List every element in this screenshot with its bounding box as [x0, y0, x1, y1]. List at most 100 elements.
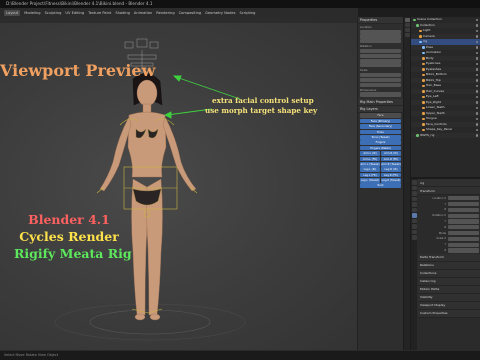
visibility-eye-icon[interactable] [475, 106, 478, 109]
location-z-field[interactable] [360, 39, 401, 44]
transform-value-field[interactable] [448, 196, 479, 201]
data-tab-icon[interactable] [411, 235, 417, 240]
world-tab-icon[interactable] [411, 207, 417, 212]
visibility-eye-icon[interactable] [475, 95, 478, 98]
transform-value-field[interactable] [448, 202, 479, 207]
workspace-tab[interactable]: Scripting [239, 11, 255, 15]
transform-value-field[interactable] [448, 225, 479, 230]
properties-editor[interactable]: rig Transform Location X Y Z Rotation X Y Z Mo… [410, 177, 480, 350]
visibility-eye-icon[interactable] [475, 123, 478, 126]
property-section-header[interactable]: Instancing [418, 277, 480, 286]
visibility-eye-icon[interactable] [475, 84, 478, 87]
visibility-eye-icon[interactable] [475, 112, 478, 115]
view-layer-tab-icon[interactable] [411, 196, 417, 201]
visibility-eye-icon[interactable] [475, 46, 478, 49]
location-y-field[interactable] [360, 34, 401, 39]
scene-tab-icon[interactable] [411, 202, 417, 207]
workspace-tab[interactable]: Rendering [156, 11, 174, 15]
rig-layer-button[interactable]: Leg.R (IK) [381, 167, 401, 172]
rig-layer-button[interactable]: Face (Primary) [360, 118, 401, 124]
rig-layers-header[interactable]: Rig Layers [358, 105, 403, 113]
physics-tab-icon[interactable] [411, 224, 417, 229]
visibility-eye-icon[interactable] [475, 90, 478, 93]
transform-value-field[interactable] [448, 213, 479, 218]
section-transform[interactable]: Transform [418, 187, 480, 195]
location-x-field[interactable] [360, 29, 401, 34]
scale-y-field[interactable] [360, 77, 401, 83]
visibility-eye-icon[interactable] [475, 18, 478, 21]
visibility-eye-icon[interactable] [475, 62, 478, 65]
property-section-header[interactable]: Custom Properties [418, 309, 480, 318]
render-tab-icon[interactable] [411, 185, 417, 190]
workspace-tab[interactable]: Shading [115, 11, 130, 15]
visibility-eye-icon[interactable] [475, 128, 478, 131]
scale-z-field[interactable] [360, 82, 401, 87]
rig-main-properties-header[interactable]: Rig Main Properties [358, 98, 403, 106]
sidebar-header[interactable]: Properties [358, 17, 403, 24]
visibility-eye-icon[interactable] [475, 117, 478, 120]
rig-layer-button[interactable]: Fingers (Detail) [360, 145, 401, 151]
rig-layer-button[interactable]: Face [360, 113, 401, 118]
property-section-header[interactable]: Viewport Display [418, 301, 480, 310]
rig-layer-button[interactable]: Leg.R (FK) [381, 172, 401, 178]
property-section-header[interactable]: Delta Transform [418, 253, 480, 262]
rig-layer-button[interactable]: Arm.R (Tweak) [381, 161, 401, 167]
workspace-tab[interactable]: UV Editing [65, 11, 84, 15]
visibility-eye-icon[interactable] [475, 101, 478, 104]
workspace-tab[interactable]: Modeling [24, 11, 40, 15]
rotation-y-field[interactable] [360, 58, 401, 63]
visibility-eye-icon[interactable] [475, 29, 478, 32]
rotation-w-field[interactable] [360, 48, 401, 54]
visibility-eye-icon[interactable] [475, 68, 478, 71]
transform-value-field[interactable] [448, 219, 479, 224]
rig-layer-button[interactable]: Arm.L (FK) [360, 156, 380, 162]
property-section-header[interactable]: Visibility [418, 293, 480, 302]
rig-layer-button[interactable]: Torso [360, 129, 401, 135]
modifier-tab-icon[interactable] [411, 218, 417, 223]
visibility-eye-icon[interactable] [475, 57, 478, 60]
output-tab-icon[interactable] [411, 191, 417, 196]
rig-layer-button[interactable]: Face (Secondary) [360, 124, 401, 129]
dimensions-field[interactable] [360, 92, 401, 97]
rotation-x-field[interactable] [360, 53, 401, 58]
property-section-header[interactable]: Motion Paths [418, 285, 480, 294]
workspace-tab[interactable]: Animation [134, 11, 152, 15]
object-tab-icon[interactable] [411, 213, 417, 218]
rig-layer-button[interactable]: Fingers [360, 140, 401, 145]
3d-viewport[interactable]: Viewport Preview extra facial control se… [0, 17, 357, 350]
workspace-tab[interactable]: Compositing [179, 11, 202, 15]
transform-value-field[interactable] [448, 230, 479, 236]
transform-value-field[interactable] [448, 248, 479, 253]
scale-x-field[interactable] [360, 73, 401, 78]
visibility-eye-icon[interactable] [475, 73, 478, 76]
property-section-header[interactable]: Relations [418, 261, 480, 270]
transform-value-field[interactable] [448, 242, 479, 247]
rig-layer-button[interactable]: Torso (Tweak) [360, 134, 401, 140]
rig-layer-button[interactable]: Leg.L (FK) [360, 172, 380, 178]
workspace-tab[interactable]: Sculpting [45, 11, 62, 15]
outliner-row[interactable]: WGTS_rig [411, 132, 480, 138]
outliner[interactable]: Scene Collection Collection Light Camera rig… [410, 17, 480, 177]
property-section-header[interactable]: Collections [418, 269, 480, 278]
rig-layer-button[interactable]: Arm.R (FK) [381, 156, 401, 162]
object-name[interactable]: rig [418, 179, 480, 187]
rig-layer-button[interactable]: Arm.R (IK) [381, 151, 401, 156]
visibility-eye-icon[interactable] [475, 51, 478, 54]
rig-layer-button[interactable]: Arm.L (Tweak) [360, 161, 380, 167]
rig-layer-button[interactable]: Arm.L (IK) [360, 151, 380, 156]
rig-layer-root-button[interactable]: Root [360, 183, 401, 189]
constraint-tab-icon[interactable] [411, 229, 417, 234]
workspace-tab[interactable]: Geometry Nodes [205, 11, 235, 15]
rig-layer-button[interactable]: Leg.R (Tweak) [381, 178, 401, 183]
tool-tab-icon[interactable] [411, 180, 417, 185]
visibility-eye-icon[interactable] [475, 24, 478, 27]
workspace-tab[interactable]: Texture Paint [88, 11, 111, 15]
transform-value-field[interactable] [448, 207, 479, 212]
visibility-eye-icon[interactable] [475, 35, 478, 38]
visibility-eye-icon[interactable] [475, 40, 478, 43]
transform-value-field[interactable] [448, 236, 479, 241]
visibility-eye-icon[interactable] [475, 134, 478, 137]
workspace-tab[interactable]: Layout [4, 9, 21, 16]
rig-layer-button[interactable]: Leg.L (IK) [360, 167, 380, 172]
viewport-sidebar[interactable]: Properties Location Rotation Scale Dimen… [357, 17, 403, 350]
